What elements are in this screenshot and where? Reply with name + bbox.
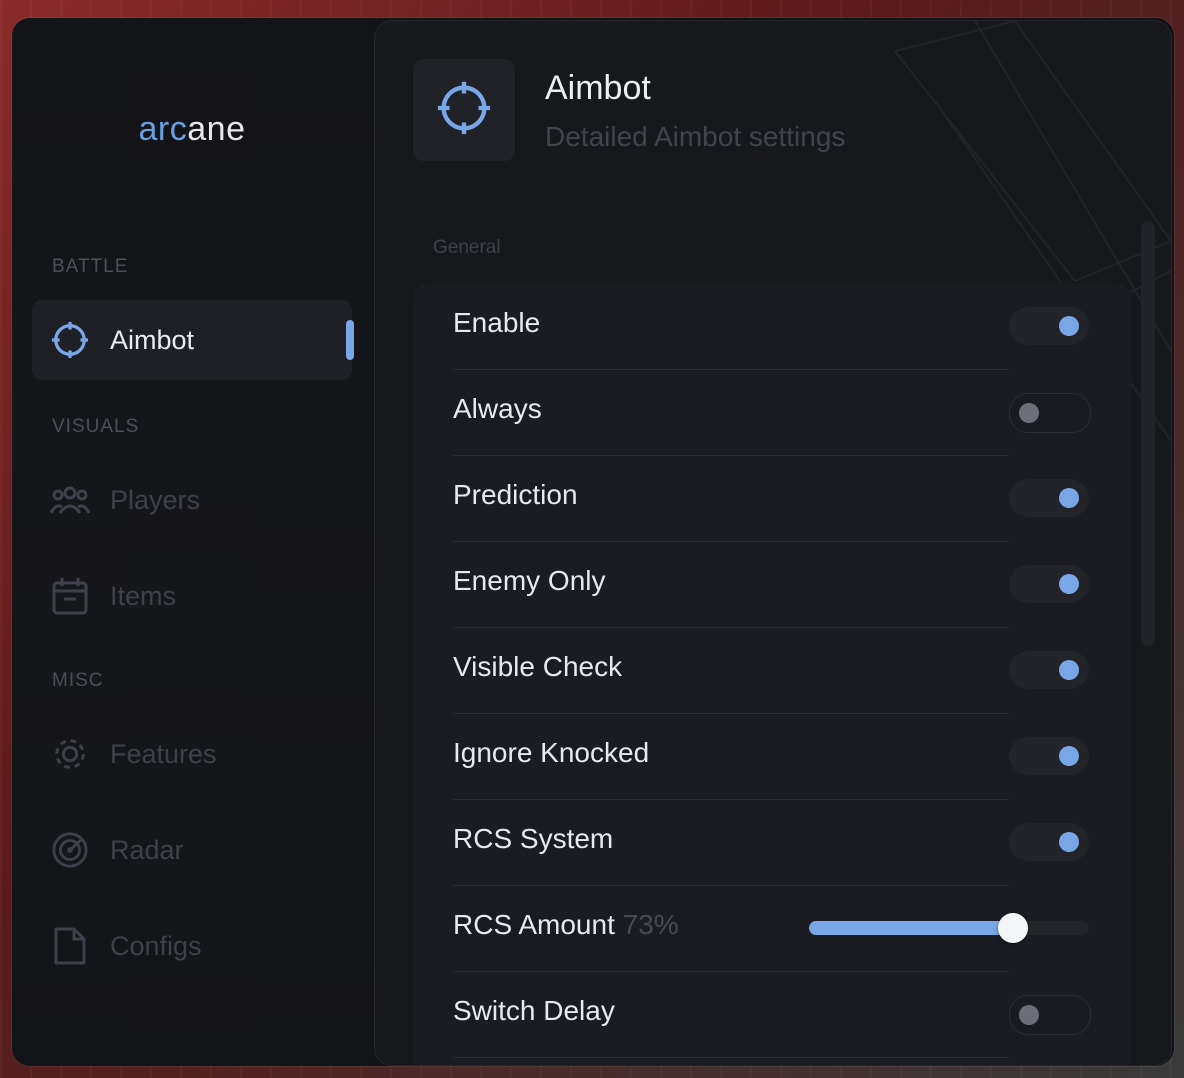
ignore-knocked-toggle[interactable] [1009,737,1089,775]
sidebar-item-features[interactable]: Features [32,714,352,794]
setting-label: Enemy Only [453,565,606,596]
setting-row-rcs-system: RCS System [453,799,1009,886]
setting-label: RCS System [453,823,614,854]
toggle-knob [1059,746,1079,766]
app-window: arcane BATTLE Aimbot VISUALS Players Ite… [12,18,1174,1066]
rcs-amount-slider[interactable] [809,913,1089,943]
page-subtitle: Detailed Aimbot settings [545,121,846,152]
setting-label: Prediction [453,479,578,510]
active-indicator [346,320,354,360]
toggle-knob [1059,832,1079,852]
sidebar-item-label: Features [110,738,217,769]
setting-row-always: Always [453,369,1009,456]
radar-icon [50,830,90,870]
switch-delay-toggle[interactable] [1009,995,1091,1035]
sidebar-item-items[interactable]: Items [32,556,352,636]
setting-label: Visible Check [453,651,623,682]
sidebar: arcane BATTLE Aimbot VISUALS Players Ite… [12,18,372,1066]
section-label-visuals: VISUALS [52,416,140,437]
section-label-misc: MISC [52,670,104,691]
rcs-system-toggle[interactable] [1009,823,1089,861]
main-panel: Aimbot Detailed Aimbot settings General … [374,20,1172,1066]
sidebar-item-label: Configs [110,930,202,961]
slider-fill [809,921,1014,935]
sidebar-item-label: Aimbot [110,324,195,355]
brand-logo: arcane [138,110,246,148]
file-icon [50,926,90,966]
setting-row-prediction: Prediction [453,455,1009,542]
crosshair-icon [435,79,493,142]
setting-label: Ignore Knocked [453,737,650,768]
toggle-knob [1019,403,1039,423]
setting-label: RCS Amount 73% [453,909,679,940]
setting-row-enemy-only: Enemy Only [453,541,1009,628]
toggle-knob [1059,660,1079,680]
setting-label: Enable [453,307,541,338]
sidebar-item-aimbot[interactable]: Aimbot [32,300,354,380]
enemy-only-toggle[interactable] [1009,565,1089,603]
setting-label: Switch Delay [453,995,615,1026]
toggle-knob [1059,488,1079,508]
gear-icon [50,734,90,774]
sidebar-item-configs[interactable]: Configs [32,906,352,986]
group-label-general: General [433,237,501,258]
section-label-battle: BATTLE [52,256,129,277]
rcs-amount-value: 73% [622,909,679,940]
scrollbar[interactable] [1141,221,1155,646]
enable-toggle[interactable] [1009,307,1089,345]
players-icon [50,480,90,520]
setting-row-enable: Enable [453,283,1009,370]
setting-label: Always [453,393,542,424]
slider-thumb[interactable] [998,913,1029,943]
page-title: Aimbot [545,69,651,107]
toggle-knob [1059,574,1079,594]
setting-row-ignore-knocked: Ignore Knocked [453,713,1009,800]
toggle-knob [1019,1005,1039,1025]
toggle-knob [1059,316,1079,336]
setting-row-switch-delay: Switch Delay [453,971,1009,1058]
sidebar-item-label: Players [110,484,201,515]
sidebar-item-label: Radar [110,834,184,865]
settings-card: Enable Always Prediction Enemy Only Visi… [413,283,1131,1065]
setting-row-visible-check: Visible Check [453,627,1009,714]
sidebar-item-label: Items [110,580,177,611]
always-toggle[interactable] [1009,393,1091,433]
prediction-toggle[interactable] [1009,479,1089,517]
header-icon-box [413,59,515,161]
sidebar-item-radar[interactable]: Radar [32,810,352,890]
sidebar-item-players[interactable]: Players [32,460,352,540]
visible-check-toggle[interactable] [1009,651,1089,689]
crosshair-icon [50,320,90,360]
box-icon [50,576,90,616]
